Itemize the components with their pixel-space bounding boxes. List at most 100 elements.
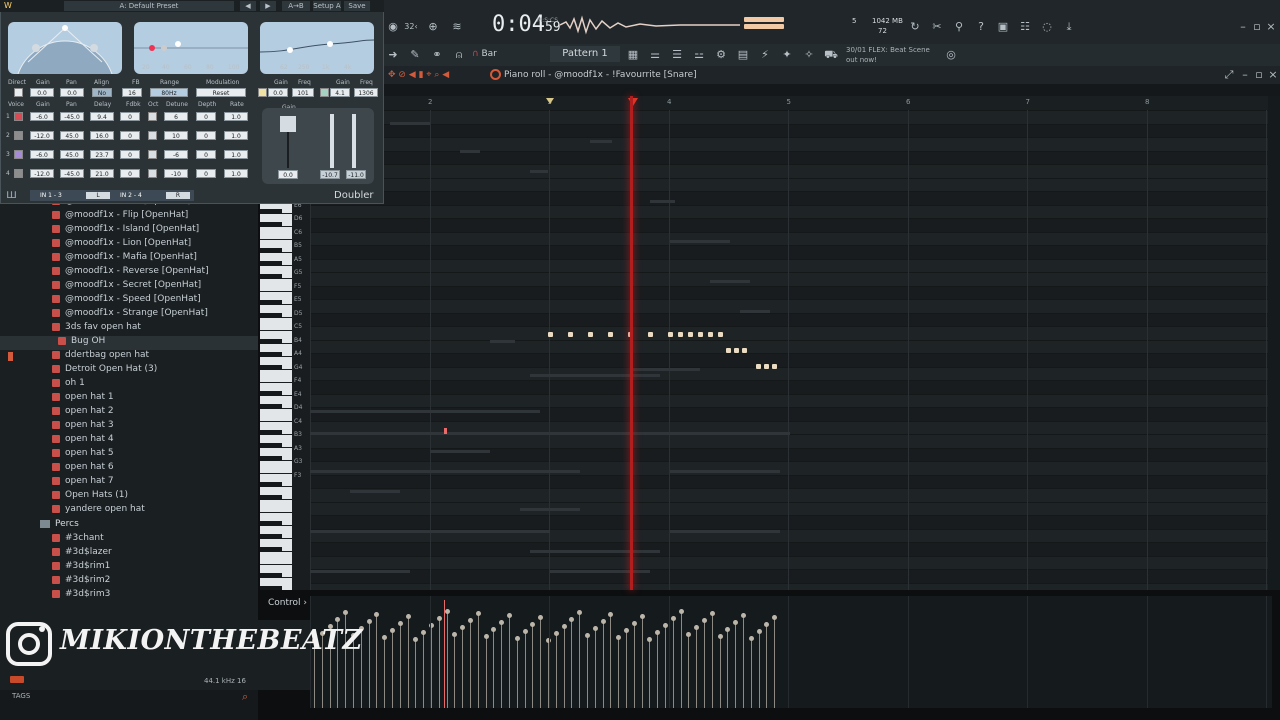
velocity-handle[interactable]: [741, 613, 746, 618]
save-button[interactable]: Save: [344, 1, 370, 11]
velocity-bar[interactable]: [438, 616, 440, 708]
velocity-bar[interactable]: [626, 628, 627, 708]
velocity-bar[interactable]: [462, 625, 464, 708]
velocity-bar[interactable]: [735, 620, 737, 708]
velocity-bar[interactable]: [633, 621, 635, 708]
voice-detune-field[interactable]: -6: [164, 150, 188, 159]
velocity-handle[interactable]: [514, 636, 520, 641]
velocity-bar[interactable]: [423, 630, 425, 708]
selected-velocity[interactable]: [444, 600, 445, 708]
pr-minimize-icon[interactable]: –: [1238, 68, 1252, 82]
velocity-handle[interactable]: [530, 622, 536, 627]
voice-fdbk-field[interactable]: 0: [120, 131, 140, 140]
browser-item-2[interactable]: @moodf1x - Island [OpenHat]: [0, 224, 258, 238]
download-icon[interactable]: ⤓: [1062, 20, 1076, 34]
velocity-handle[interactable]: [366, 619, 372, 624]
range-field[interactable]: 80Hz: [150, 88, 188, 97]
active-note[interactable]: [734, 348, 739, 353]
input-right-selector[interactable]: R: [166, 192, 190, 199]
velocity-bar[interactable]: [516, 636, 518, 708]
piano-white-key[interactable]: [260, 552, 292, 564]
browser-item-28[interactable]: #3d$rim3: [0, 589, 258, 603]
active-note[interactable]: [698, 332, 703, 337]
pr-maximize-icon[interactable]: ▫: [1252, 68, 1266, 82]
velocity-bar[interactable]: [485, 634, 487, 708]
velocity-bar[interactable]: [750, 636, 752, 708]
velocity-handle[interactable]: [733, 620, 739, 625]
active-note[interactable]: [718, 332, 723, 337]
voice-pan-field[interactable]: -45.0: [60, 169, 84, 178]
velocity-handle[interactable]: [600, 619, 606, 624]
plug-icon[interactable]: ⚡: [758, 48, 772, 62]
next-preset-button[interactable]: ▶: [260, 1, 276, 11]
velocity-handle[interactable]: [694, 625, 700, 630]
velocity-handle[interactable]: [561, 624, 567, 629]
velocity-bar[interactable]: [727, 627, 729, 708]
velocity-handle[interactable]: [405, 614, 411, 619]
browser-item-15[interactable]: open hat 2: [0, 406, 258, 420]
velocity-handle[interactable]: [390, 628, 395, 633]
instrument-icon[interactable]: [490, 69, 501, 80]
eq-low-toggle[interactable]: [258, 88, 267, 97]
resize-icon[interactable]: ⤢: [1222, 68, 1236, 82]
velocity-bar[interactable]: [384, 635, 386, 708]
arrow-right-icon[interactable]: ➜: [386, 48, 400, 62]
browser-icon[interactable]: ▤: [736, 48, 750, 62]
waveform-icon[interactable]: ≋: [450, 20, 464, 34]
velocity-bar[interactable]: [657, 630, 659, 708]
browser-item-27[interactable]: #3d$rim2: [0, 575, 258, 589]
preset-selector[interactable]: A: Default Preset: [64, 1, 234, 11]
voice-oct-toggle[interactable]: [148, 112, 157, 121]
browser-item-5[interactable]: @moodf1x - Reverse [OpenHat]: [0, 266, 258, 280]
browser-item-25[interactable]: #3d$lazer: [0, 547, 258, 561]
velocity-bar[interactable]: [665, 623, 666, 708]
active-note[interactable]: [548, 332, 553, 337]
voice-fdbk-field[interactable]: 0: [120, 150, 140, 159]
tempo-display[interactable]: 32‹: [404, 20, 418, 34]
browser-item-26[interactable]: #3d$rim1: [0, 561, 258, 575]
piano-roll-tools-icons[interactable]: ✥ ⊘ ◀ ▮ ⌖ ⌕ ◀: [388, 70, 449, 80]
velocity-handle[interactable]: [631, 621, 637, 626]
voice-depth-field[interactable]: 0: [196, 112, 216, 121]
active-note[interactable]: [708, 332, 713, 337]
velocity-bar[interactable]: [641, 614, 643, 708]
velocity-bar[interactable]: [594, 626, 596, 708]
velocity-bar[interactable]: [680, 609, 682, 708]
voice-fdbk-field[interactable]: 0: [120, 169, 140, 178]
record-icon[interactable]: ◉: [386, 20, 400, 34]
timeline-ruler[interactable]: 2345678: [310, 96, 1272, 110]
velocity-bar[interactable]: [532, 622, 534, 708]
velocity-bar[interactable]: [431, 623, 432, 708]
voice-color-toggle[interactable]: [14, 150, 23, 159]
piano-black-key[interactable]: [260, 586, 282, 590]
velocity-bar[interactable]: [618, 635, 620, 708]
active-note[interactable]: [726, 348, 731, 353]
search-icon[interactable]: ⌕: [242, 690, 248, 704]
minimize-icon[interactable]: –: [1236, 20, 1250, 34]
pattern-selector[interactable]: Pattern 1: [550, 46, 620, 62]
browser-item-20[interactable]: open hat 7: [0, 476, 258, 490]
song-time-display[interactable]: 0:0459: [492, 12, 561, 37]
velocity-handle[interactable]: [616, 635, 622, 640]
voice-detune-field[interactable]: -10: [164, 169, 188, 178]
mixer-view-icon[interactable]: ⚍: [692, 48, 706, 62]
align-toggle[interactable]: No: [92, 88, 112, 97]
velocity-handle[interactable]: [491, 627, 497, 632]
output-gain-field[interactable]: 0.0: [278, 170, 298, 179]
active-note[interactable]: [764, 364, 769, 369]
piano-white-key[interactable]: [260, 500, 292, 512]
input-left-selector[interactable]: L: [86, 192, 110, 199]
voice-pan-field[interactable]: 45.0: [60, 131, 84, 140]
loop-start-marker[interactable]: [546, 98, 554, 104]
stamp-icon[interactable]: ⍝: [452, 48, 466, 62]
help-icon[interactable]: ?: [974, 20, 988, 34]
bolt-icon[interactable]: ✦: [780, 48, 794, 62]
eq-high-toggle[interactable]: [320, 88, 329, 97]
browser-item-19[interactable]: open hat 6: [0, 462, 258, 476]
velocity-handle[interactable]: [678, 609, 684, 614]
velocity-lane[interactable]: [310, 596, 1272, 708]
velocity-handle[interactable]: [670, 616, 676, 621]
pr-close-icon[interactable]: ×: [1266, 68, 1280, 82]
velocity-bar[interactable]: [555, 631, 557, 708]
velocity-handle[interactable]: [624, 628, 629, 633]
